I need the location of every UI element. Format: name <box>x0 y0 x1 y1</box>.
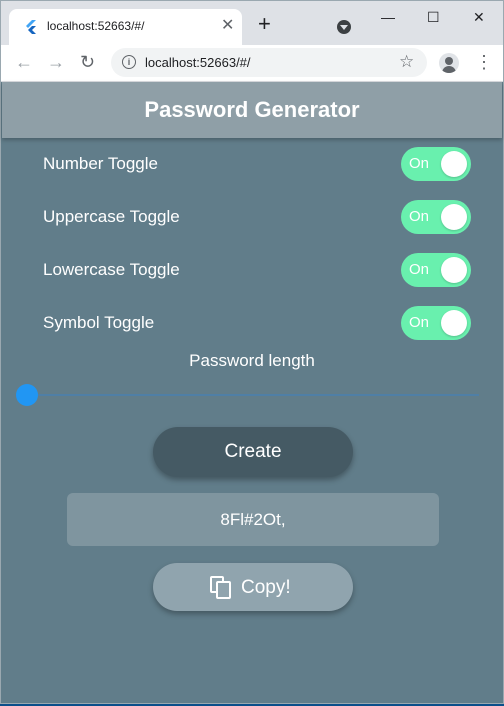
back-icon[interactable]: ← <box>15 52 33 72</box>
flutter-favicon-icon <box>26 20 36 34</box>
app-title: Password Generator <box>144 97 360 122</box>
number-toggle-switch[interactable]: On <box>401 147 471 181</box>
uppercase-toggle-row: Uppercase Toggle On <box>43 200 473 236</box>
symbol-toggle-label: Symbol Toggle <box>43 313 155 332</box>
password-length-label: Password length <box>189 351 315 370</box>
copy-button-label: Copy! <box>241 577 291 598</box>
browser-tab[interactable]: localhost:52663/#/ ✕ <box>9 9 242 45</box>
switch-knob[interactable] <box>441 310 467 336</box>
browser-window: localhost:52663/#/ ✕ + — ☐ ✕ ← → ↻ i loc… <box>0 0 504 704</box>
lowercase-toggle-row: Lowercase Toggle On <box>43 253 473 289</box>
star-icon[interactable]: ☆ <box>399 52 414 72</box>
lowercase-toggle-switch[interactable]: On <box>401 253 471 287</box>
lowercase-toggle-label: Lowercase Toggle <box>43 260 180 279</box>
symbol-toggle-switch[interactable]: On <box>401 306 471 340</box>
uppercase-toggle-switch[interactable]: On <box>401 200 471 234</box>
switch-state-label: On <box>409 314 430 331</box>
password-length-slider-thumb[interactable] <box>16 384 38 406</box>
number-toggle-row: Number Toggle On <box>43 147 473 183</box>
switch-state-label: On <box>409 208 430 225</box>
number-toggle-label: Number Toggle <box>43 154 158 173</box>
minimize-button[interactable]: — <box>381 9 395 25</box>
menu-icon[interactable]: ⋮ <box>475 52 493 72</box>
maximize-button[interactable]: ☐ <box>427 9 440 26</box>
window-close-button[interactable]: ✕ <box>473 9 485 26</box>
switch-knob[interactable] <box>441 257 467 283</box>
address-bar[interactable]: i localhost:52663/#/ ☆ <box>111 48 427 77</box>
switch-state-label: On <box>409 261 430 278</box>
switch-knob[interactable] <box>441 151 467 177</box>
symbol-toggle-row: Symbol Toggle On <box>43 306 473 342</box>
tab-strip: localhost:52663/#/ ✕ + — ☐ ✕ <box>1 1 503 45</box>
new-tab-button[interactable]: + <box>258 13 271 35</box>
info-icon[interactable]: i <box>122 55 136 69</box>
copy-button[interactable]: Copy! <box>153 563 353 611</box>
forward-icon[interactable]: → <box>47 52 65 72</box>
copy-icon <box>210 576 231 599</box>
app-bar: Password Generator <box>2 82 502 138</box>
switch-state-label: On <box>409 155 430 172</box>
profile-icon[interactable] <box>439 53 459 73</box>
url-text[interactable]: localhost:52663/#/ <box>145 55 251 70</box>
reload-icon[interactable]: ↻ <box>80 52 95 72</box>
browser-toolbar: ← → ↻ i localhost:52663/#/ ☆ ⋮ <box>1 45 503 82</box>
tab-close-icon[interactable]: ✕ <box>221 17 234 35</box>
tab-search-icon[interactable] <box>337 20 351 34</box>
switch-knob[interactable] <box>441 204 467 230</box>
uppercase-toggle-label: Uppercase Toggle <box>43 207 180 226</box>
create-button[interactable]: Create <box>153 427 353 477</box>
generated-password-display: 8Fl#2Ot, <box>67 493 439 546</box>
password-length-slider-track[interactable] <box>27 394 479 396</box>
tab-title: localhost:52663/#/ <box>47 19 145 33</box>
